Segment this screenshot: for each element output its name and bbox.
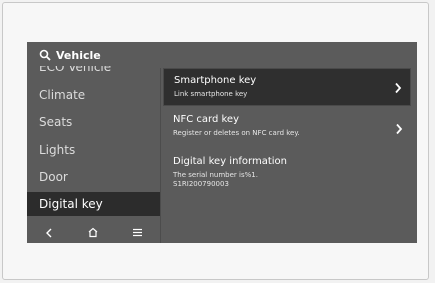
sidebar-item-climate[interactable]: Climate (27, 83, 160, 107)
row-title: Smartphone key (174, 75, 257, 86)
row-title: Digital key information (173, 156, 288, 167)
content-list: Smartphone key Link smartphone key NFC c… (163, 68, 411, 243)
row-subtitle: Register or deletes on NFC card key. (173, 129, 300, 137)
header: Vehicle (27, 42, 417, 68)
back-icon[interactable] (39, 226, 59, 240)
serial-number: S1RI200790003 (173, 180, 229, 188)
smartphone-key-row[interactable]: Smartphone key Link smartphone key (163, 68, 411, 106)
sidebar-item-eco-vehicle[interactable]: ECO Vehicle (27, 66, 160, 79)
sidebar-item-door[interactable]: Door (27, 165, 160, 189)
bottom-nav (27, 222, 160, 243)
chevron-right-icon (395, 82, 402, 94)
sidebar-item-digital-key[interactable]: Digital key (27, 192, 160, 216)
sidebar-item-lights[interactable]: Lights (27, 138, 160, 162)
row-subtitle: The serial number is%1. (173, 171, 258, 179)
nfc-card-key-row[interactable]: NFC card key Register or deletes on NFC … (163, 108, 411, 146)
menu-icon[interactable] (128, 226, 148, 240)
infotainment-screen: Vehicle ECO Vehicle Climate Seats Lights… (27, 42, 417, 243)
row-title: NFC card key (173, 114, 239, 125)
divider (160, 68, 161, 243)
chevron-right-icon (396, 123, 403, 135)
sidebar-item-seats[interactable]: Seats (27, 110, 160, 134)
home-icon[interactable] (83, 226, 103, 240)
row-subtitle: Link smartphone key (174, 90, 248, 98)
sidebar: ECO Vehicle Climate Seats Lights Door Di… (27, 66, 160, 218)
page-title: Vehicle (56, 48, 101, 62)
digital-key-info-row[interactable]: Digital key information The serial numbe… (163, 150, 411, 198)
search-icon[interactable] (39, 49, 51, 61)
